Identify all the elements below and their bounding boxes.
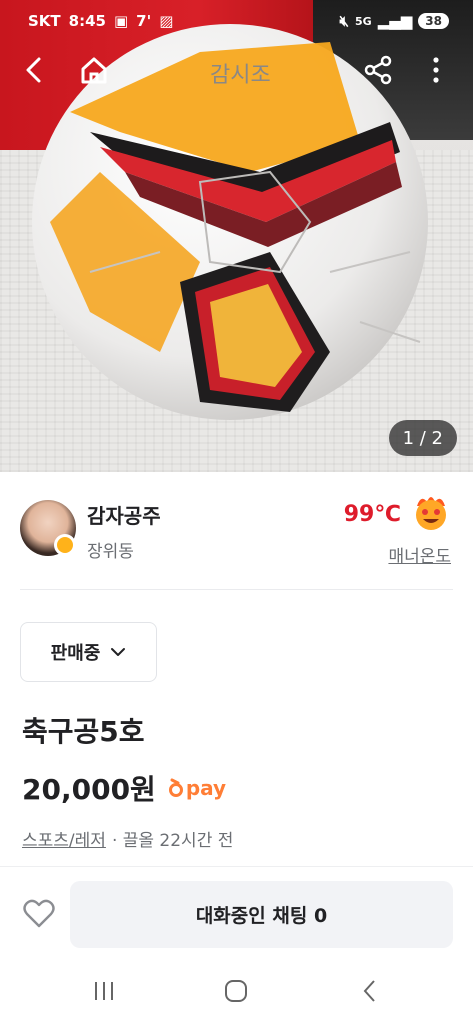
photo-counter: 1 / 2 [388,420,457,456]
signal-icon: ▂▄▆ [377,12,413,30]
mute-icon: 🔇︎ [339,12,349,30]
seller-location: 장위동 [87,542,134,562]
recents-button[interactable] [84,976,124,1006]
chat-button[interactable]: 대화중인 채팅 0 [70,881,453,948]
battery-icon: 38 [418,13,449,29]
fire-face-icon [416,497,446,530]
sale-status-dropdown[interactable]: 판매중 [20,622,157,682]
manner-temperature-link[interactable]: 매너온도 [388,542,451,567]
top-navigation [0,46,473,94]
network-label: 5G [355,14,372,28]
product-meta: 스포츠/레저 · 끌올 22시간 전 [22,826,233,851]
gallery-icon: ▨ [159,12,174,30]
system-navigation-bar [0,962,473,1024]
more-vertical-icon [433,57,439,83]
share-button[interactable] [360,52,396,88]
share-icon [364,55,392,85]
bump-time: · 끌올 22시간 전 [111,831,234,851]
back-system-icon [363,980,375,1002]
status-extra: 7' [136,12,152,30]
seller-profile[interactable]: 감자공주 장위동 99℃ 매너온도 [0,472,473,590]
product-title: 축구공5호 [22,715,145,748]
screenshot-icon: ▣ [113,12,129,30]
pay-label: pay [185,776,227,800]
home-system-button[interactable] [216,976,256,1006]
recents-icon [95,982,113,1000]
manner-temperature: 99℃ [343,502,401,527]
category-link[interactable]: 스포츠/레저 [22,826,106,851]
sale-status-label: 판매중 [50,643,101,664]
seller-name: 감자공주 [87,504,161,528]
home-icon [81,57,107,84]
back-button[interactable] [16,52,52,88]
more-button[interactable] [418,52,454,88]
pay-logo-icon [168,778,183,797]
clock: 8:45 [68,12,106,30]
home-system-icon [225,980,247,1002]
heart-icon[interactable] [22,897,56,931]
home-button[interactable] [76,52,112,88]
bottom-action-bar: 대화중인 채팅 0 [0,866,473,962]
divider [20,589,453,590]
chevron-left-icon [26,57,41,83]
pay-badge: pay [168,776,226,800]
back-system-button[interactable] [350,976,390,1006]
chevron-down-icon [111,648,126,656]
carrier-label: SKT [28,12,61,30]
badge-icon [54,534,76,556]
price-row: 20,000원 pay [22,768,226,808]
status-bar: SKT 8:45 ▣ 7' ▨ 🔇︎ 5G ▂▄▆ 38 [0,0,473,42]
product-price: 20,000원 [22,773,156,806]
